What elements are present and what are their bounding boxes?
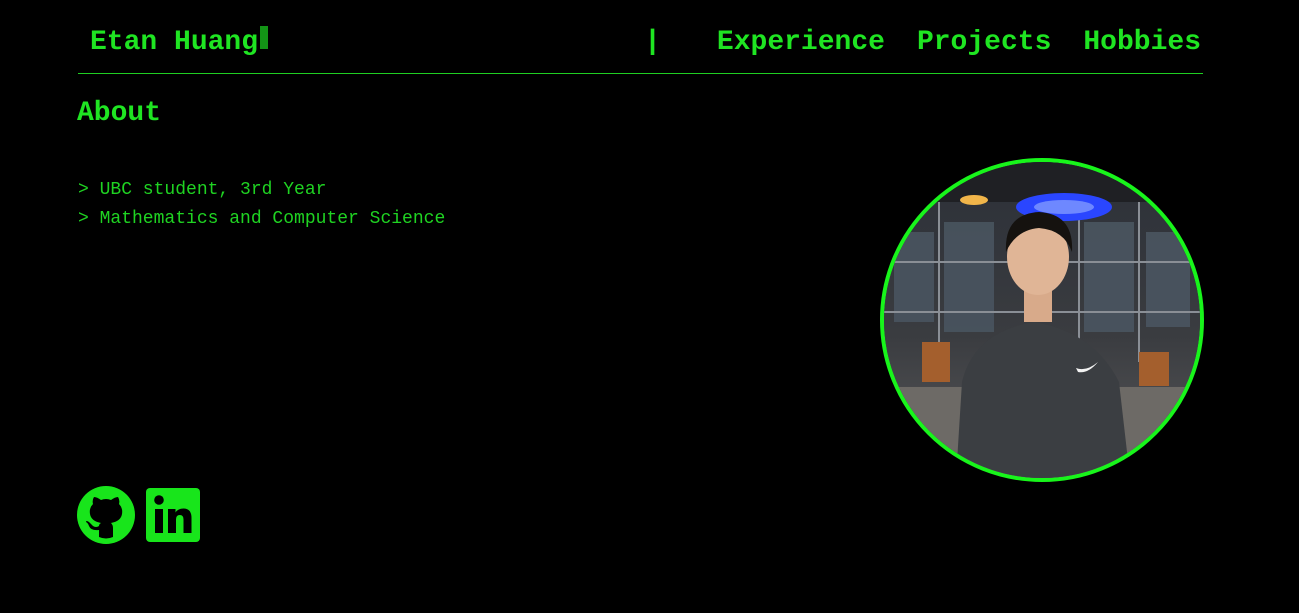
linkedin-link[interactable] <box>146 488 200 547</box>
linkedin-icon <box>146 488 200 542</box>
brand[interactable]: Etan Huang <box>90 26 269 59</box>
nav-separator: | <box>644 27 661 58</box>
brand-name: Etan Huang <box>90 27 259 58</box>
nav-hobbies[interactable]: Hobbies <box>1083 27 1201 59</box>
about-item-school: > UBC student, 3rd Year <box>78 180 327 200</box>
about-list: > UBC student, 3rd Year > Mathematics an… <box>78 176 445 234</box>
github-link[interactable] <box>77 486 135 549</box>
site-header: Etan Huang | Experience Projects Hobbies <box>78 0 1203 74</box>
nav-experience[interactable]: Experience <box>717 27 885 59</box>
social-links <box>77 486 200 549</box>
github-icon <box>77 486 135 544</box>
profile-photo <box>880 158 1204 482</box>
about-heading: About <box>77 98 162 129</box>
about-item-major: > Mathematics and Computer Science <box>78 209 446 229</box>
terminal-cursor <box>260 26 269 49</box>
nav-projects[interactable]: Projects <box>917 27 1051 59</box>
main-nav: | Experience Projects Hobbies <box>644 27 1201 59</box>
profile-photo-art <box>884 162 1200 478</box>
